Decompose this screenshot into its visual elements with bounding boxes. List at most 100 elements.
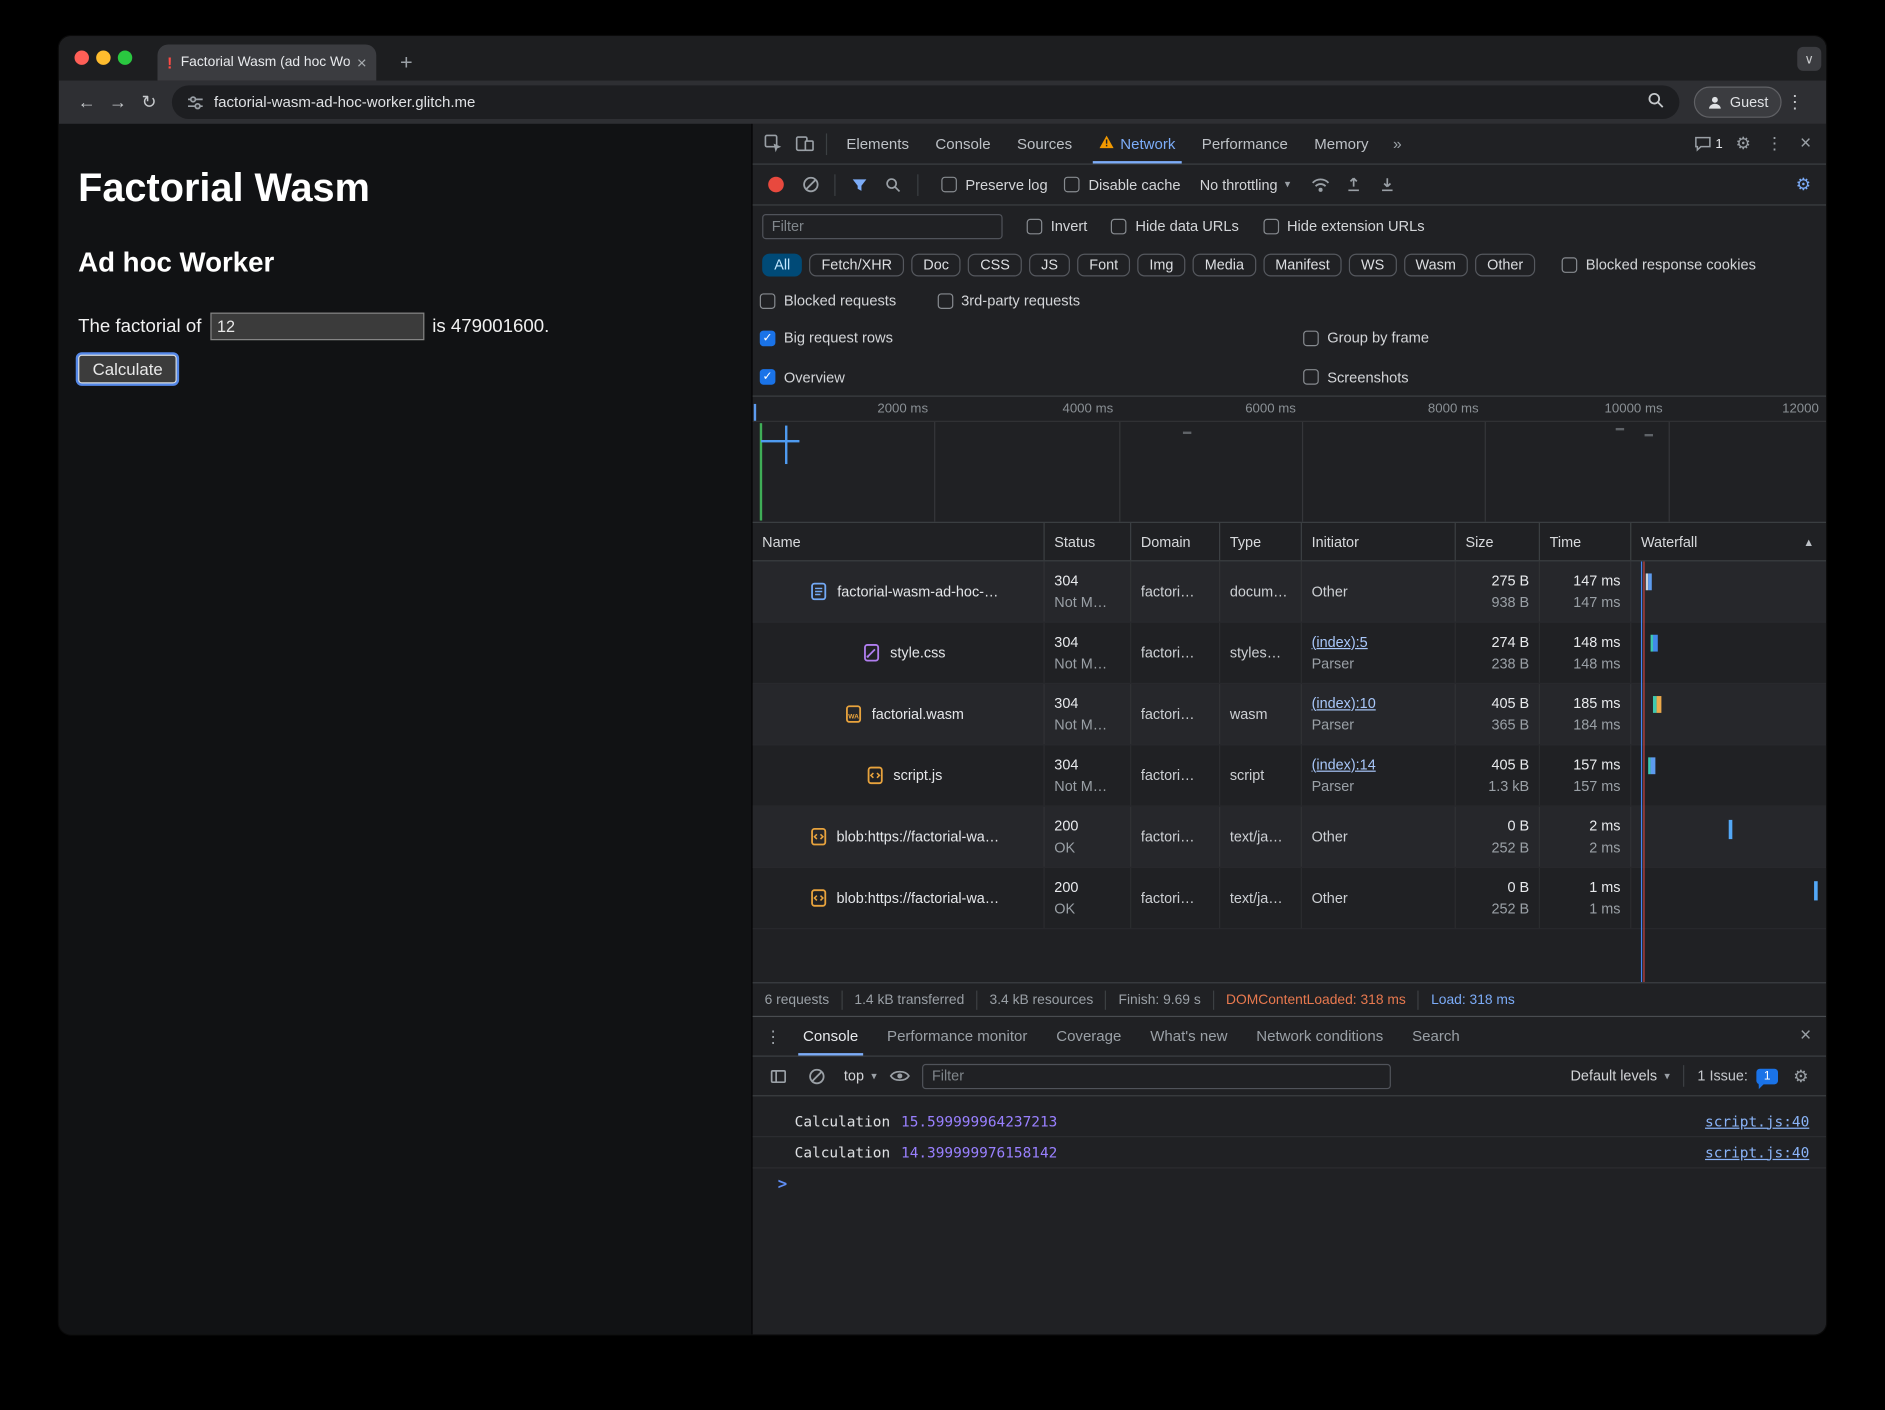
blocked-response-cookies-toggle[interactable]: Blocked response cookies: [1562, 256, 1756, 273]
clear-network-log-icon[interactable]: [795, 169, 826, 200]
import-har-icon[interactable]: [1338, 169, 1369, 200]
column-header-status[interactable]: Status: [1045, 523, 1132, 560]
inspect-element-icon[interactable]: [757, 128, 788, 159]
devtools-menu-icon[interactable]: ⋮: [1759, 128, 1790, 159]
throttling-dropdown[interactable]: No throttling ▾: [1200, 176, 1290, 193]
invert-checkbox[interactable]: [1027, 218, 1043, 234]
column-header-time[interactable]: Time: [1540, 523, 1631, 560]
tab-memory[interactable]: Memory: [1301, 124, 1382, 164]
issues-counter[interactable]: 1: [1689, 128, 1728, 159]
device-toolbar-icon[interactable]: [789, 128, 820, 159]
chip-doc[interactable]: Doc: [911, 253, 961, 276]
column-header-domain[interactable]: Domain: [1131, 523, 1220, 560]
disable-cache-checkbox[interactable]: [1064, 177, 1080, 193]
invert-toggle[interactable]: Invert: [1027, 218, 1088, 235]
filter-funnel-icon[interactable]: [844, 169, 875, 200]
third-party-requests-checkbox[interactable]: [937, 293, 953, 309]
chip-manifest[interactable]: Manifest: [1263, 253, 1342, 276]
source-location-link[interactable]: script.js:40: [1705, 1144, 1809, 1161]
initiator-link[interactable]: (index):14: [1312, 756, 1455, 774]
hide-data-urls-checkbox[interactable]: [1111, 218, 1127, 234]
initiator-link[interactable]: (index):5: [1312, 633, 1455, 651]
macos-close-button[interactable]: [75, 50, 89, 64]
back-button[interactable]: ←: [71, 87, 102, 118]
chip-fetch-xhr[interactable]: Fetch/XHR: [809, 253, 904, 276]
issues-link[interactable]: 1 Issue: 1: [1697, 1068, 1778, 1085]
column-header-name[interactable]: Name: [753, 523, 1045, 560]
export-har-icon[interactable]: [1372, 169, 1403, 200]
request-row-script[interactable]: script.js 304Not M… factori… script (ind…: [753, 745, 1827, 806]
preserve-log-checkbox[interactable]: [941, 177, 957, 193]
drawer-menu-icon[interactable]: ⋮: [757, 1021, 788, 1052]
live-expression-eye-icon[interactable]: [884, 1060, 915, 1091]
initiator-link[interactable]: (index):10: [1312, 694, 1455, 712]
big-request-rows-toggle[interactable]: ✓ Big request rows: [760, 329, 1303, 346]
drawer-tab-console[interactable]: Console: [789, 1017, 873, 1055]
blocked-requests-toggle[interactable]: Blocked requests: [760, 292, 896, 309]
macos-minimize-button[interactable]: [96, 50, 110, 64]
chip-media[interactable]: Media: [1193, 253, 1256, 276]
overview-checkbox[interactable]: ✓: [760, 369, 776, 385]
execution-context-dropdown[interactable]: top ▾: [844, 1068, 877, 1085]
tab-network[interactable]: Network: [1085, 124, 1188, 164]
drawer-tab-search[interactable]: Search: [1398, 1017, 1474, 1055]
chip-js[interactable]: JS: [1029, 253, 1070, 276]
screenshots-checkbox[interactable]: [1303, 369, 1319, 385]
more-tabs-icon[interactable]: »: [1382, 128, 1413, 159]
browser-tab[interactable]: ! Factorial Wasm (ad hoc Worker) ×: [157, 44, 376, 80]
tab-elements[interactable]: Elements: [833, 124, 922, 164]
source-location-link[interactable]: script.js:40: [1705, 1113, 1809, 1130]
drawer-tab-coverage[interactable]: Coverage: [1042, 1017, 1136, 1055]
tab-search-chevron-icon[interactable]: ∨: [1797, 47, 1821, 71]
calculate-button[interactable]: Calculate: [78, 355, 177, 384]
drawer-tab-network-conditions[interactable]: Network conditions: [1242, 1017, 1398, 1055]
column-header-waterfall[interactable]: Waterfall ▲: [1631, 523, 1826, 560]
screenshots-toggle[interactable]: Screenshots: [1303, 368, 1826, 385]
settings-gear-icon[interactable]: ⚙: [1728, 128, 1759, 159]
big-request-rows-checkbox[interactable]: ✓: [760, 330, 776, 346]
record-network-log-button[interactable]: [768, 177, 784, 193]
forward-button[interactable]: →: [102, 87, 133, 118]
drawer-tab-performance-monitor[interactable]: Performance monitor: [873, 1017, 1042, 1055]
request-row-document[interactable]: factorial-wasm-ad-hoc-… 304Not M… factor…: [753, 561, 1827, 622]
network-overview-timeline[interactable]: 2000 ms 4000 ms 6000 ms 8000 ms 10000 ms…: [753, 397, 1827, 523]
hide-extension-urls-checkbox[interactable]: [1263, 218, 1279, 234]
console-message[interactable]: Calculation 15.599999964237213 script.js…: [753, 1106, 1827, 1137]
profile-button[interactable]: Guest: [1694, 87, 1782, 118]
site-info-icon[interactable]: [186, 93, 204, 111]
new-tab-button[interactable]: +: [391, 47, 422, 78]
search-network-icon[interactable]: [878, 169, 909, 200]
overview-toggle[interactable]: ✓ Overview: [760, 368, 1303, 385]
blocked-response-cookies-checkbox[interactable]: [1562, 257, 1578, 273]
log-levels-dropdown[interactable]: Default levels ▾: [1571, 1068, 1670, 1085]
hide-data-urls-toggle[interactable]: Hide data URLs: [1111, 218, 1238, 235]
address-bar-search-icon[interactable]: [1647, 91, 1665, 113]
console-message[interactable]: Calculation 14.399999976158142 script.js…: [753, 1137, 1827, 1168]
column-header-initiator[interactable]: Initiator: [1302, 523, 1456, 560]
reload-button[interactable]: ↻: [133, 87, 164, 118]
hide-extension-urls-toggle[interactable]: Hide extension URLs: [1263, 218, 1425, 235]
factorial-input[interactable]: [210, 313, 424, 341]
console-sidebar-icon[interactable]: [762, 1060, 793, 1091]
console-prompt[interactable]: >: [753, 1169, 1827, 1200]
preserve-log-toggle[interactable]: Preserve log: [941, 176, 1047, 193]
clear-console-icon[interactable]: [801, 1060, 832, 1091]
console-settings-gear-icon[interactable]: ⚙: [1785, 1060, 1816, 1091]
macos-fullscreen-button[interactable]: [118, 50, 132, 64]
request-row-blob-2[interactable]: blob:https://factorial-wa… 200OK factori…: [753, 868, 1827, 929]
network-filter-input[interactable]: [762, 213, 1002, 238]
tab-console[interactable]: Console: [922, 124, 1004, 164]
tab-close-icon[interactable]: ×: [357, 53, 367, 72]
chip-wasm[interactable]: Wasm: [1404, 253, 1468, 276]
chip-all[interactable]: All: [762, 253, 802, 276]
group-by-frame-toggle[interactable]: Group by frame: [1303, 329, 1826, 346]
tab-performance[interactable]: Performance: [1189, 124, 1301, 164]
tab-sources[interactable]: Sources: [1004, 124, 1086, 164]
group-by-frame-checkbox[interactable]: [1303, 330, 1319, 346]
chip-css[interactable]: CSS: [968, 253, 1022, 276]
address-bar[interactable]: factorial-wasm-ad-hoc-worker.glitch.me: [172, 85, 1680, 119]
request-row-wasm[interactable]: WA factorial.wasm 304Not M… factori… was…: [753, 684, 1827, 745]
devtools-close-icon[interactable]: ×: [1790, 128, 1821, 159]
disable-cache-toggle[interactable]: Disable cache: [1064, 176, 1180, 193]
timeline-range-handle[interactable]: [754, 404, 756, 421]
